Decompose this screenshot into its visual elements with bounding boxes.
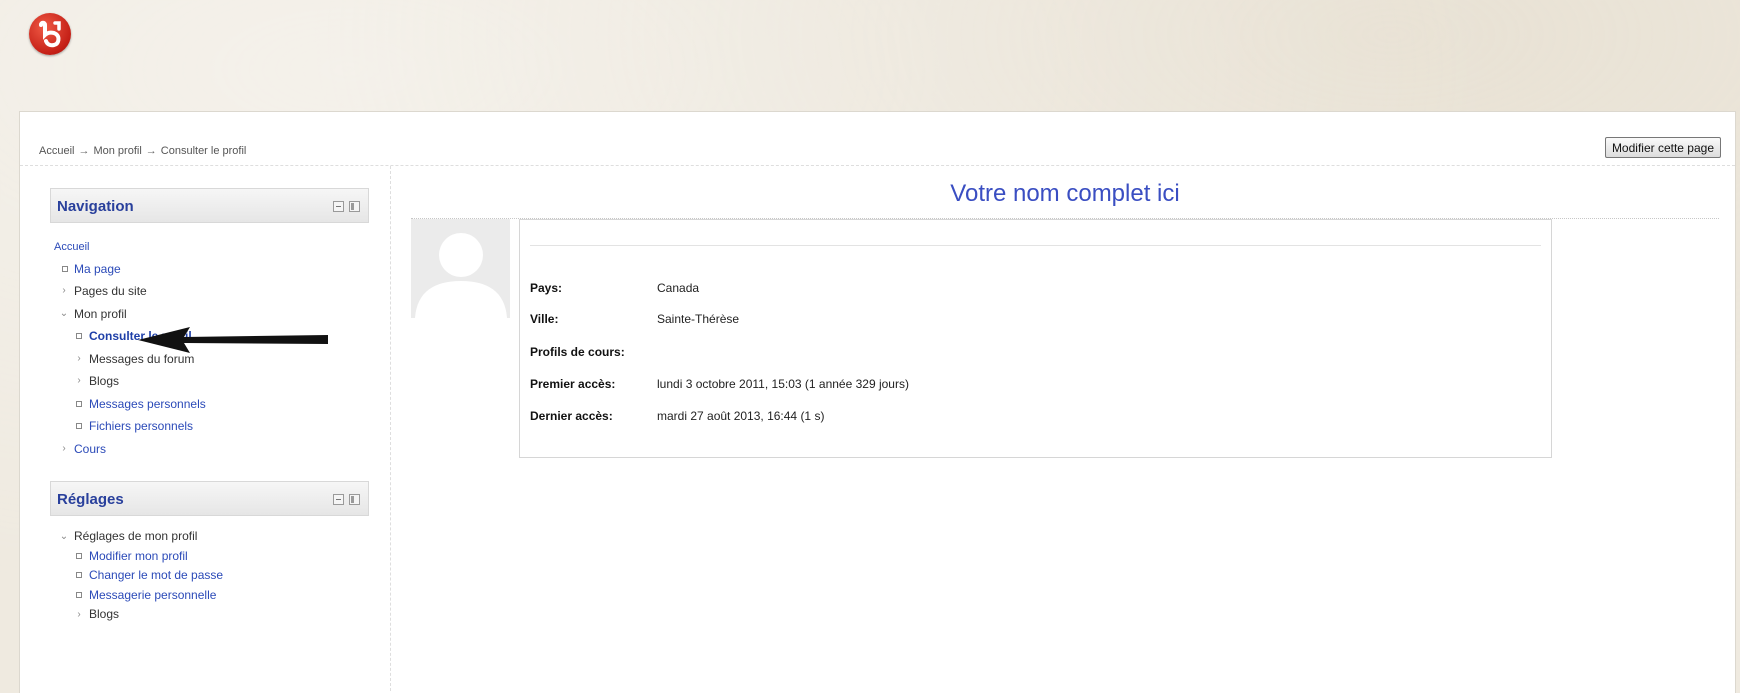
leaf-square-icon — [76, 423, 82, 429]
profile-divider — [530, 245, 1541, 246]
breadcrumb-separator: → — [78, 145, 90, 157]
settings-item-label[interactable]: Changer le mot de passe — [89, 568, 223, 582]
profile-field-label: Profils de cours: — [530, 345, 625, 359]
profile-fullname-heading: Votre nom complet ici — [411, 172, 1719, 219]
default-user-icon — [411, 219, 510, 318]
settings-block: Réglages ⌄ Réglages de mon profil Modifi… — [50, 481, 369, 625]
dock-block-icon[interactable] — [349, 201, 360, 212]
settings-item-changer-le-mot-de-passe[interactable]: Changer le mot de passe — [50, 566, 369, 586]
leaf-square-icon — [76, 333, 82, 339]
collapse-block-icon[interactable] — [333, 201, 344, 212]
profile-field-value: Canada — [657, 281, 700, 295]
breadcrumb-current: Consulter le profil — [160, 145, 247, 157]
block-controls — [333, 201, 360, 212]
settings-item-label[interactable]: Blogs — [89, 607, 119, 621]
site-logo[interactable] — [29, 13, 71, 55]
profile-details-box: Pays: Canada Ville: Sainte-Thérèse Profi… — [519, 219, 1552, 458]
settings-block-header: Réglages — [50, 481, 369, 516]
settings-item-reglages-de-mon-profil[interactable]: ⌄ Réglages de mon profil — [50, 527, 369, 547]
nav-item-label[interactable]: Mon profil — [74, 307, 127, 321]
nav-item-messages-personnels[interactable]: Messages personnels — [50, 393, 369, 416]
settings-item-label[interactable]: Messagerie personnelle — [89, 588, 216, 602]
nav-item-cours[interactable]: › Cours — [50, 438, 369, 461]
navigation-block-header: Navigation — [50, 188, 369, 223]
leaf-square-icon — [62, 265, 68, 272]
profile-field-value: lundi 3 octobre 2011, 15:03 (1 année 329… — [657, 377, 909, 391]
annotation-arrow-icon — [138, 327, 328, 353]
navigation-block-title: Navigation — [57, 198, 134, 215]
leaf-square-icon — [76, 572, 82, 578]
chevron-right-icon[interactable]: › — [74, 370, 84, 393]
main-content: Votre nom complet ici Pays: Canada Ville… — [391, 166, 1737, 693]
chevron-right-icon[interactable]: › — [59, 280, 69, 303]
chevron-right-icon[interactable]: › — [59, 438, 69, 461]
leaf-square-icon — [76, 591, 82, 598]
chevron-right-icon[interactable]: › — [74, 605, 84, 625]
breadcrumb-my-profile[interactable]: Mon profil — [93, 145, 141, 157]
nav-item-label[interactable]: Pages du site — [74, 284, 147, 298]
profile-field-label: Dernier accès: — [530, 409, 613, 423]
nav-item-label[interactable]: Fichiers personnels — [89, 419, 193, 433]
nav-item-label[interactable]: Accueil — [54, 241, 89, 253]
profile-field-value: Sainte-Thérèse — [657, 312, 740, 326]
nav-item-label[interactable]: Blogs — [89, 374, 119, 388]
settings-item-modifier-mon-profil[interactable]: Modifier mon profil — [50, 547, 369, 567]
block-controls — [333, 494, 360, 505]
breadcrumb: Accueil → Mon profil → Consulter le profil — [39, 145, 246, 157]
profile-field-label: Pays: — [530, 281, 563, 295]
profile-field-label: Ville: — [530, 312, 559, 326]
chevron-down-icon[interactable]: ⌄ — [59, 303, 69, 326]
breadcrumb-home[interactable]: Accueil — [39, 145, 74, 157]
navbar: Accueil → Mon profil → Consulter le profil M… — [20, 112, 1735, 166]
settings-item-blogs[interactable]: › Blogs — [50, 605, 369, 625]
nav-item-accueil[interactable]: Accueil — [50, 235, 369, 258]
settings-block-title: Réglages — [57, 491, 124, 508]
page-container: Accueil → Mon profil → Consulter le profil M… — [19, 111, 1736, 693]
nav-item-pages-du-site[interactable]: › Pages du site — [50, 280, 369, 303]
dock-block-icon[interactable] — [349, 494, 360, 505]
chevron-down-icon[interactable]: ⌄ — [59, 527, 69, 547]
leaf-square-icon — [76, 552, 82, 559]
nav-item-fichiers-personnels[interactable]: Fichiers personnels — [50, 415, 369, 438]
nav-item-blogs[interactable]: › Blogs — [50, 370, 369, 393]
edit-page-button[interactable]: Modifier cette page — [1604, 137, 1721, 158]
nav-item-label[interactable]: Ma page — [74, 262, 121, 276]
nav-item-label[interactable]: Cours — [74, 442, 106, 456]
nav-item-label[interactable]: Messages personnels — [89, 397, 206, 411]
left-sidebar: Navigation Accueil Ma page › Pages du si… — [20, 166, 391, 693]
nav-item-ma-page[interactable]: Ma page — [50, 258, 369, 281]
leaf-square-icon — [76, 400, 82, 407]
settings-item-label[interactable]: Réglages de mon profil — [74, 529, 197, 543]
settings-tree: ⌄ Réglages de mon profil Modifier mon pr… — [50, 527, 369, 625]
breadcrumb-separator: → — [145, 145, 157, 157]
settings-item-label[interactable]: Modifier mon profil — [89, 549, 188, 563]
logo-icon — [39, 20, 61, 48]
chevron-right-icon[interactable]: › — [74, 348, 84, 371]
profile-field-value: mardi 27 août 2013, 16:44 (1 s) — [657, 409, 825, 423]
user-avatar[interactable] — [411, 219, 510, 318]
settings-item-messagerie-personnelle[interactable]: Messagerie personnelle — [50, 586, 369, 606]
collapse-block-icon[interactable] — [333, 494, 344, 505]
profile-field-label: Premier accès: — [530, 377, 616, 391]
navigation-block: Navigation Accueil Ma page › Pages du si… — [50, 188, 369, 460]
nav-item-mon-profil[interactable]: ⌄ Mon profil — [50, 303, 369, 326]
